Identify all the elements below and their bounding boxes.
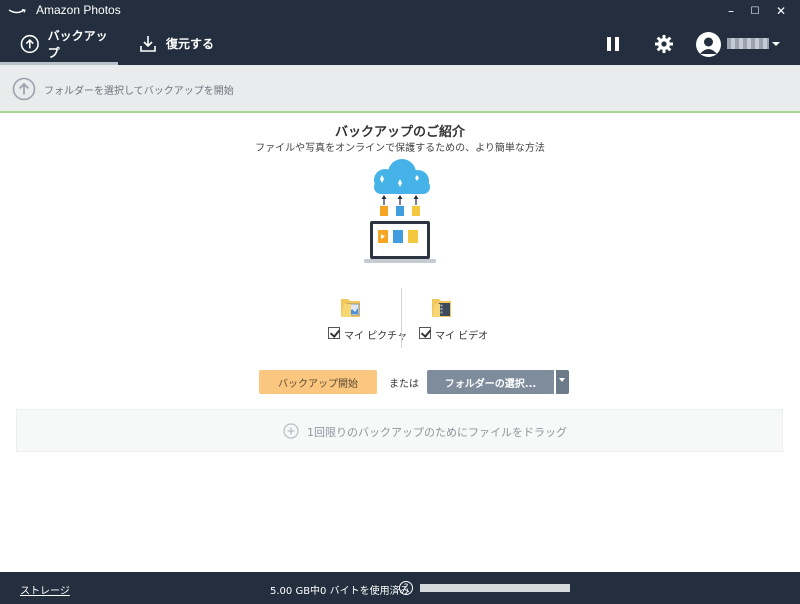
upload-circle-icon — [12, 77, 36, 101]
video-folder-icon — [432, 299, 451, 317]
cloud-backup-illustration — [364, 159, 436, 263]
storage-usage-text: 5.00 GB中0 バイトを使用済み — [270, 586, 410, 597]
download-icon — [140, 35, 156, 52]
plus-circle-icon — [283, 423, 299, 439]
pause-icon[interactable] — [602, 33, 624, 55]
tab-restore-label: 復元する — [166, 37, 215, 51]
drop-zone-text: 1回限りのバックアップのためにファイルをドラッグ — [307, 426, 567, 439]
folder-select-bar[interactable]: フォルダーを選択してバックアップを開始 — [0, 65, 800, 113]
videos-checkbox[interactable] — [419, 327, 431, 339]
close-button[interactable]: ✕ — [770, 3, 792, 19]
username-redacted[interactable] — [727, 38, 769, 49]
status-bar: ストレージ 5.00 GB中0 バイトを使用済み ? — [0, 572, 800, 604]
gear-icon[interactable] — [653, 33, 675, 55]
help-icon[interactable]: ? — [399, 581, 413, 595]
user-icon — [700, 37, 717, 54]
folder-select-label: フォルダーを選択してバックアップを開始 — [44, 86, 234, 97]
tab-backup[interactable]: バックアップ — [0, 22, 118, 65]
intro-subtitle: ファイルや写真をオンラインで保護するための、より簡単な方法 — [255, 143, 545, 154]
pictures-label: マイ ピクチャ — [344, 331, 408, 342]
storage-usage-bar — [420, 584, 570, 592]
start-backup-button[interactable]: バックアップ開始 — [259, 370, 377, 394]
file-drop-zone[interactable]: 1回限りのバックアップのためにファイルをドラッグ — [16, 409, 783, 452]
folder-divider — [401, 288, 402, 348]
chevron-down-icon[interactable] — [772, 42, 780, 46]
intro-title: バックアップのご紹介 — [334, 125, 465, 140]
tab-backup-label: バックアップ — [47, 28, 108, 60]
app-title: Amazon Photos — [36, 3, 121, 17]
maximize-button[interactable]: ☐ — [744, 3, 766, 19]
pictures-checkbox[interactable] — [328, 327, 340, 339]
select-folder-button[interactable]: フォルダーの選択... — [427, 370, 554, 394]
select-folder-dropdown-button[interactable] — [556, 370, 569, 394]
pictures-folder-icon — [341, 299, 360, 317]
minimize-button[interactable]: – — [720, 3, 742, 19]
title-bar: Amazon Photos – ☐ ✕ — [0, 0, 800, 22]
or-label: または — [389, 379, 419, 390]
main-toolbar: バックアップ 復元する — [0, 22, 800, 65]
storage-link[interactable]: ストレージ — [20, 582, 70, 597]
upload-circle-icon — [20, 34, 39, 53]
tab-restore[interactable]: 復元する — [138, 22, 214, 65]
avatar[interactable] — [696, 32, 721, 57]
amazon-smile-logo — [8, 9, 26, 14]
videos-label: マイ ビデオ — [435, 331, 489, 342]
